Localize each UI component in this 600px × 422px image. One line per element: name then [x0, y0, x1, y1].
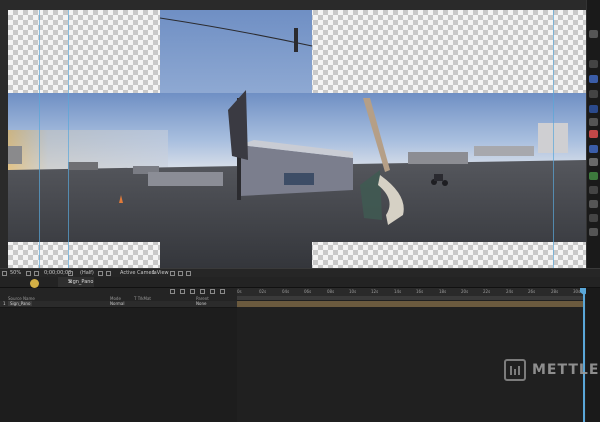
ruler-tick-label: 26s	[528, 289, 536, 294]
panel-icon[interactable]	[589, 228, 598, 236]
toggle-icon[interactable]	[170, 271, 175, 276]
panel-icon[interactable]	[589, 60, 598, 68]
magnification-icon[interactable]	[2, 271, 7, 276]
ruler-tick-label: 14s	[394, 289, 402, 294]
panel-icon[interactable]	[589, 214, 598, 222]
panel-icon[interactable]	[589, 172, 598, 180]
ruler-tick-label: 16s	[416, 289, 424, 294]
ruler-tick-label: 04s	[282, 289, 290, 294]
panel-icon[interactable]	[589, 75, 598, 83]
layer-mode-select[interactable]: Normal	[110, 301, 124, 306]
shy-icon[interactable]	[200, 289, 205, 294]
timeline-layer-panel	[0, 288, 238, 422]
cursor-highlight	[30, 279, 39, 288]
resolution-select[interactable]: (Half)	[80, 270, 94, 276]
panel-icon[interactable]	[589, 105, 598, 113]
ruler-tick-label: 0s	[237, 289, 242, 294]
panel-icon[interactable]	[589, 200, 598, 208]
draft-3d-icon[interactable]	[190, 289, 195, 294]
timeline-tab-row: Sign_Pano ×	[0, 277, 600, 288]
work-area-bar[interactable]	[237, 296, 585, 300]
timeline-right-strip	[586, 288, 600, 422]
panel-icon[interactable]	[589, 130, 598, 138]
guide-line[interactable]	[553, 10, 554, 268]
composition-viewer[interactable]	[8, 10, 586, 268]
grid-icon[interactable]	[26, 271, 31, 276]
motion-blur-icon[interactable]	[220, 289, 225, 294]
viewer-ruler-top	[0, 0, 600, 10]
panorama-image	[8, 10, 586, 268]
snapshot-icon[interactable]	[68, 271, 73, 276]
watermark-text: METTLE	[532, 362, 600, 378]
zoom-level[interactable]: 50%	[10, 270, 21, 276]
right-effects-panel	[586, 0, 600, 270]
frame-blend-icon[interactable]	[210, 289, 215, 294]
ruler-tick-label: 24s	[506, 289, 514, 294]
layer-number: 1	[3, 301, 6, 306]
timeline-graph-area[interactable]	[237, 288, 600, 422]
playhead-line[interactable]	[583, 288, 585, 422]
layer-name[interactable]: Sign_Pano	[8, 301, 33, 306]
layer-duration-bar[interactable]	[237, 301, 585, 307]
ruler-tick-label: 06s	[304, 289, 312, 294]
panel-icon[interactable]	[589, 30, 598, 38]
viewer-ruler-left	[0, 0, 8, 270]
camera-icon[interactable]	[34, 271, 39, 276]
guide-line[interactable]	[39, 10, 40, 268]
close-icon[interactable]: ×	[68, 279, 72, 285]
search-icon[interactable]	[170, 289, 175, 294]
layer-row[interactable]: 1 Sign_Pano Normal None	[0, 301, 237, 308]
ruler-tick-label: 08s	[327, 289, 335, 294]
ruler-tick-label: 20s	[461, 289, 469, 294]
ruler-tick-label: 12s	[371, 289, 379, 294]
tab-sign-pano[interactable]: Sign_Pano ×	[58, 277, 94, 287]
layer-parent-select[interactable]: None	[196, 301, 206, 306]
guide-line[interactable]	[68, 10, 69, 268]
ruler-tick-label: 02s	[259, 289, 267, 294]
toggle-icon[interactable]	[186, 271, 191, 276]
panel-icon[interactable]	[589, 158, 598, 166]
ruler-tick-label: 10s	[349, 289, 357, 294]
ruler-tick-label: 22s	[483, 289, 491, 294]
ruler-tick-label: 30s	[573, 289, 581, 294]
comp-flowchart-icon[interactable]	[180, 289, 185, 294]
panel-icon[interactable]	[589, 118, 598, 126]
views-select[interactable]: 1 View	[152, 270, 169, 276]
toggle-icon[interactable]	[178, 271, 183, 276]
transparency-grid-icon[interactable]	[106, 271, 111, 276]
ruler-tick-label: 18s	[439, 289, 447, 294]
region-icon[interactable]	[98, 271, 103, 276]
mettle-logo-icon	[504, 359, 526, 381]
panel-icon[interactable]	[589, 186, 598, 194]
panel-icon[interactable]	[589, 145, 598, 153]
panel-icon[interactable]	[589, 90, 598, 98]
ruler-tick-label: 28s	[551, 289, 559, 294]
timeline-controls	[0, 288, 237, 296]
